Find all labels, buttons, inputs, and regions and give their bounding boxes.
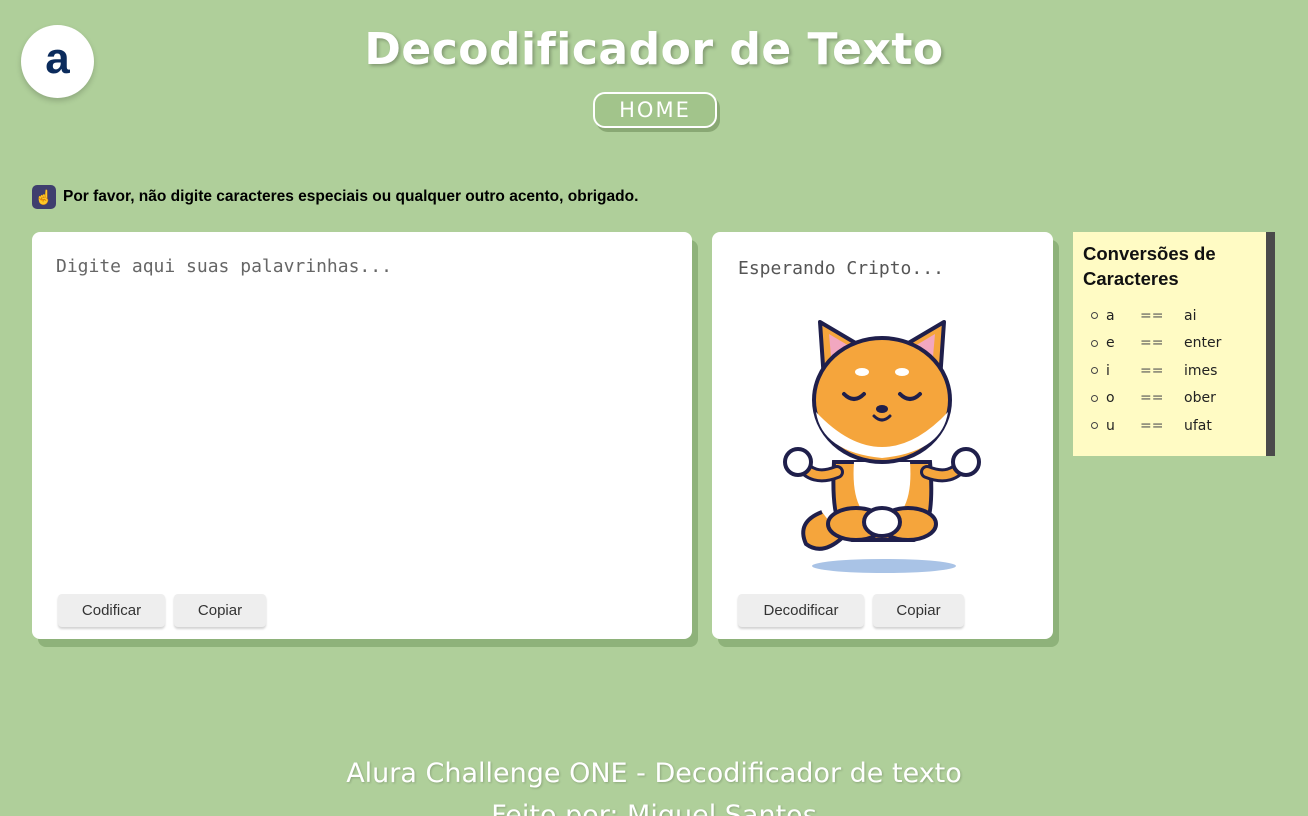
bullet-icon: [1091, 422, 1098, 430]
conversion-list: a == ai e == enter i == imes o == ober u…: [1091, 302, 1221, 440]
list-item: o == ober: [1091, 385, 1221, 413]
conversion-equals: ==: [1140, 307, 1164, 324]
page-title: Decodificador de Texto: [364, 24, 944, 75]
home-button[interactable]: HOME: [593, 92, 717, 128]
copy-input-button[interactable]: Copiar: [174, 594, 266, 627]
conversion-equals: ==: [1140, 362, 1164, 379]
conversion-equals: ==: [1140, 390, 1164, 407]
page: a Decodificador de Texto HOME ☝ Por favo…: [0, 0, 1308, 816]
conversion-from: i: [1106, 362, 1110, 379]
footer-line-2: Feito por: Miguel Santos: [491, 800, 817, 816]
conversion-from: u: [1106, 417, 1115, 434]
hand-pointer-icon: ☝: [32, 185, 56, 209]
conversion-to: ober: [1184, 390, 1216, 407]
conversion-title: Conversões de Caracteres: [1083, 243, 1216, 289]
conversion-to: imes: [1184, 362, 1218, 379]
conversion-equals: ==: [1140, 335, 1164, 352]
list-item: u == ufat: [1091, 412, 1221, 440]
conversion-equals: ==: [1140, 417, 1164, 434]
bullet-icon: [1091, 394, 1098, 402]
output-text: Esperando Cripto...: [738, 258, 944, 279]
conversion-from: a: [1106, 307, 1115, 324]
notice-text: Por favor, não digite caracteres especia…: [63, 188, 639, 205]
copy-output-button[interactable]: Copiar: [873, 594, 964, 627]
bullet-icon: [1091, 339, 1098, 347]
footer: Alura Challenge ONE - Decodificador de t…: [0, 756, 1308, 816]
list-item: i == imes: [1091, 357, 1221, 385]
list-item: a == ai: [1091, 302, 1221, 330]
conversion-note: Conversões de Caracteres a == ai e == en…: [1073, 232, 1275, 456]
input-card: Codificar Copiar: [32, 232, 692, 639]
output-card: Esperando Cripto... Decodificar Copiar: [712, 232, 1053, 639]
message-input[interactable]: [56, 256, 666, 586]
bullet-icon: [1091, 312, 1098, 320]
meditating-shiba-image: [783, 320, 981, 573]
conversion-to: ufat: [1184, 417, 1212, 434]
list-item: e == enter: [1091, 330, 1221, 358]
encode-button[interactable]: Codificar: [58, 594, 165, 627]
decode-button[interactable]: Decodificar: [738, 594, 864, 627]
footer-line-1: Alura Challenge ONE - Decodificador de t…: [346, 758, 962, 789]
notice: ☝ Por favor, não digite caracteres espec…: [32, 185, 638, 209]
bullet-icon: [1091, 367, 1098, 375]
conversion-to: enter: [1184, 335, 1222, 352]
conversion-from: o: [1106, 390, 1115, 407]
conversion-from: e: [1106, 335, 1115, 352]
conversion-to: ai: [1184, 307, 1197, 324]
